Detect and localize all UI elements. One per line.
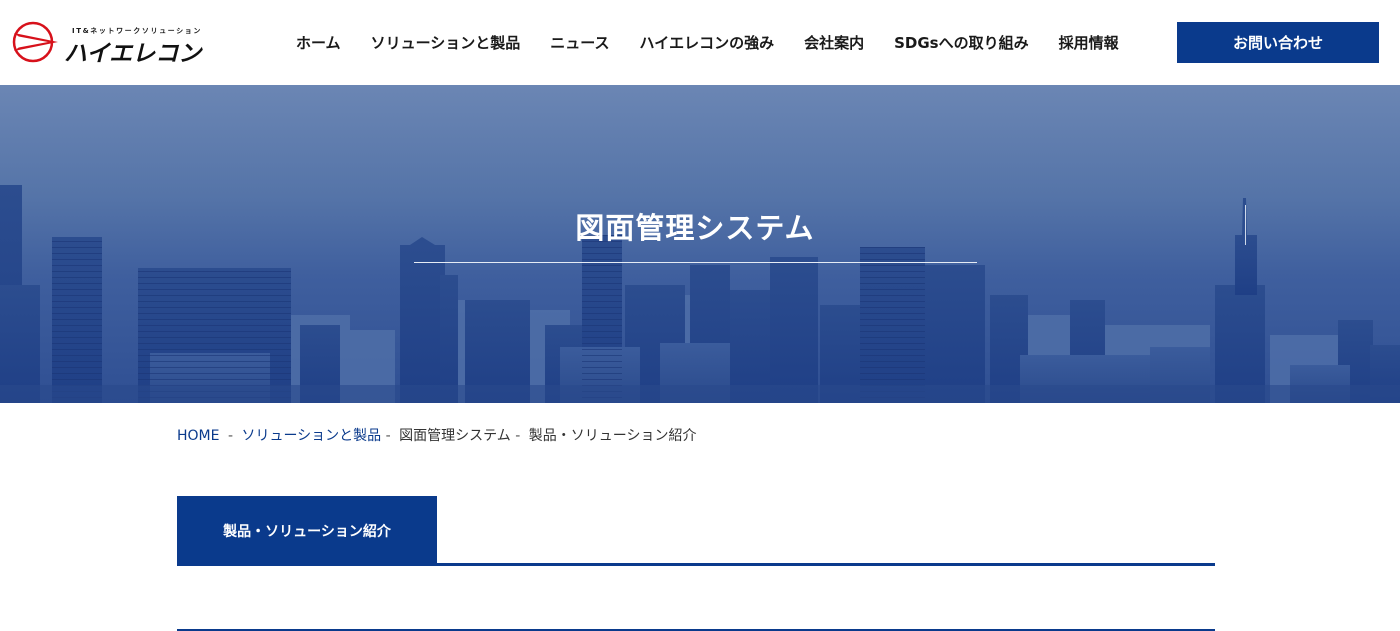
nav-item-solutions[interactable]: ソリューションと製品 bbox=[371, 32, 521, 53]
tab-divider bbox=[177, 563, 1215, 566]
breadcrumb-separator: - bbox=[227, 428, 233, 444]
breadcrumb-separator: - bbox=[515, 428, 521, 444]
breadcrumb-home-link[interactable]: HOME bbox=[177, 428, 219, 444]
arrow-circle-logo-icon bbox=[12, 21, 58, 63]
nav-item-recruit[interactable]: 採用情報 bbox=[1059, 32, 1119, 53]
nav-item-strengths[interactable]: ハイエレコンの強み bbox=[640, 32, 775, 53]
breadcrumb-separator: - bbox=[385, 428, 391, 444]
hero-banner: 図面管理システム bbox=[0, 85, 1400, 403]
nav-item-company[interactable]: 会社案内 bbox=[804, 32, 864, 53]
site-logo[interactable]: IT&ネットワークソリューション ハイエレコン bbox=[12, 19, 201, 67]
nav-item-sdgs[interactable]: SDGsへの取り組み bbox=[894, 32, 1029, 53]
breadcrumb: HOME - ソリューションと製品 - 図面管理システム - 製品・ソリューショ… bbox=[177, 425, 696, 445]
title-underline bbox=[414, 262, 977, 263]
nav-item-home[interactable]: ホーム bbox=[296, 32, 341, 53]
main-nav: ホーム ソリューションと製品 ニュース ハイエレコンの強み 会社案内 SDGsへ… bbox=[296, 0, 1119, 85]
contact-button[interactable]: お問い合わせ bbox=[1177, 22, 1379, 63]
logo-name: ハイエレコン bbox=[64, 41, 202, 67]
breadcrumb-current: 製品・ソリューション紹介 bbox=[528, 428, 697, 444]
nav-item-news[interactable]: ニュース bbox=[550, 32, 609, 53]
breadcrumb-system: 図面管理システム bbox=[399, 428, 511, 444]
tab-product-intro[interactable]: 製品・ソリューション紹介 bbox=[177, 496, 437, 565]
site-header: IT&ネットワークソリューション ハイエレコン ホーム ソリューションと製品 ニ… bbox=[0, 0, 1400, 85]
page-title: 図面管理システム bbox=[575, 211, 815, 245]
breadcrumb-solutions-link[interactable]: ソリューションと製品 bbox=[241, 428, 381, 444]
